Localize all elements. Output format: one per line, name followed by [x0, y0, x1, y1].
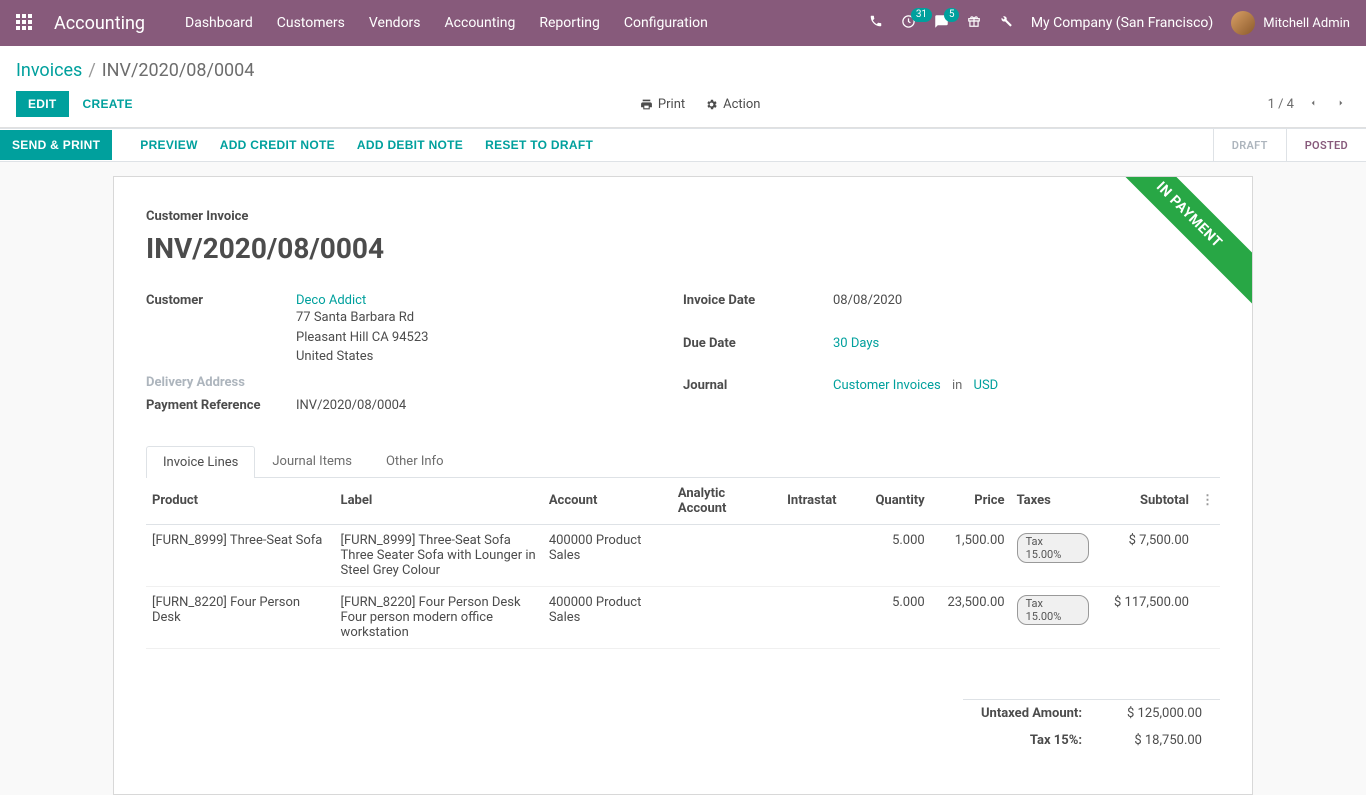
apps-icon[interactable]	[16, 14, 34, 32]
stage-posted[interactable]: POSTED	[1286, 129, 1366, 161]
due-date-label: Due Date	[683, 332, 833, 375]
col-intrastat[interactable]: Intrastat	[781, 478, 861, 525]
control-bar: Invoices / INV/2020/08/0004 EDIT CREATE …	[0, 46, 1366, 128]
pager-text: 1 / 4	[1268, 97, 1294, 112]
menu-reporting[interactable]: Reporting	[539, 15, 600, 31]
invoice-date-label: Invoice Date	[683, 289, 833, 332]
col-product[interactable]: Product	[146, 478, 335, 525]
menu-vendors[interactable]: Vendors	[369, 15, 421, 31]
pager-next[interactable]	[1332, 95, 1350, 114]
journal-label: Journal	[683, 374, 833, 417]
menu-accounting[interactable]: Accounting	[445, 15, 516, 31]
tab-journal-items[interactable]: Journal Items	[255, 445, 369, 477]
customer-label: Customer	[146, 289, 296, 371]
col-price[interactable]: Price	[931, 478, 1011, 525]
pager-prev[interactable]	[1304, 95, 1322, 114]
totals: Untaxed Amount: $ 125,000.00 Tax 15%: $ …	[146, 699, 1220, 754]
app-title: Accounting	[54, 13, 145, 34]
add-debit-note-button[interactable]: ADD DEBIT NOTE	[357, 138, 463, 152]
pager: 1 / 4	[1268, 95, 1350, 114]
activities-badge: 31	[911, 8, 932, 22]
main-menu: Dashboard Customers Vendors Accounting R…	[185, 15, 869, 31]
reset-to-draft-button[interactable]: RESET TO DRAFT	[485, 138, 593, 152]
activities-icon[interactable]: 31	[901, 14, 916, 33]
delivery-address-label: Delivery Address	[146, 371, 296, 394]
create-button[interactable]: CREATE	[83, 97, 133, 111]
payment-reference: INV/2020/08/0004	[296, 394, 683, 417]
customer-link[interactable]: Deco Addict	[296, 293, 366, 308]
in-word: in	[952, 378, 962, 393]
send-print-button[interactable]: SEND & PRINT	[0, 130, 112, 160]
messages-icon[interactable]: 5	[934, 14, 949, 33]
breadcrumb: Invoices / INV/2020/08/0004	[0, 46, 1366, 85]
status-bar: SEND & PRINT PREVIEW ADD CREDIT NOTE ADD…	[0, 128, 1366, 162]
menu-configuration[interactable]: Configuration	[624, 15, 708, 31]
payment-reference-label: Payment Reference	[146, 394, 296, 417]
tax-pill: Tax 15.00%	[1017, 533, 1090, 563]
phone-icon[interactable]	[869, 14, 883, 32]
journal-link[interactable]: Customer Invoices	[833, 378, 941, 393]
tools-icon[interactable]	[999, 14, 1013, 32]
col-label[interactable]: Label	[335, 478, 543, 525]
user-menu[interactable]: Mitchell Admin	[1231, 11, 1350, 35]
preview-button[interactable]: PREVIEW	[140, 138, 197, 152]
avatar	[1231, 11, 1255, 35]
stage-draft[interactable]: DRAFT	[1213, 129, 1286, 161]
invoice-date: 08/08/2020	[833, 289, 1220, 332]
customer-address: 77 Santa Barbara Rd Pleasant Hill CA 945…	[296, 308, 683, 367]
col-analytic[interactable]: Analytic Account	[672, 478, 781, 525]
breadcrumb-root[interactable]: Invoices	[16, 60, 82, 81]
menu-dashboard[interactable]: Dashboard	[185, 15, 253, 31]
tab-invoice-lines[interactable]: Invoice Lines	[146, 446, 255, 478]
col-account[interactable]: Account	[543, 478, 672, 525]
table-row[interactable]: [FURN_8220] Four Person Desk [FURN_8220]…	[146, 586, 1220, 648]
gear-icon	[705, 98, 718, 111]
stages: DRAFT POSTED	[1213, 129, 1366, 161]
tab-other-info[interactable]: Other Info	[369, 445, 461, 477]
invoice-lines-table: Product Label Account Analytic Account I…	[146, 478, 1220, 649]
user-name: Mitchell Admin	[1263, 16, 1350, 31]
action-button[interactable]: Action	[705, 97, 760, 112]
untaxed-amount-label: Untaxed Amount:	[963, 699, 1100, 727]
add-credit-note-button[interactable]: ADD CREDIT NOTE	[220, 138, 335, 152]
delivery-address	[296, 371, 683, 394]
tax-pill: Tax 15.00%	[1017, 595, 1090, 625]
company-selector[interactable]: My Company (San Francisco)	[1031, 15, 1213, 31]
gift-icon[interactable]	[967, 14, 981, 32]
breadcrumb-current: INV/2020/08/0004	[102, 60, 255, 81]
untaxed-amount: $ 125,000.00	[1100, 699, 1220, 727]
breadcrumb-sep: /	[88, 60, 95, 81]
chevron-right-icon	[1336, 96, 1346, 110]
col-quantity[interactable]: Quantity	[861, 478, 931, 525]
doc-title: INV/2020/08/0004	[146, 232, 1220, 265]
due-date-link[interactable]: 30 Days	[833, 336, 879, 351]
print-icon	[640, 98, 653, 111]
col-subtotal[interactable]: Subtotal	[1095, 478, 1195, 525]
invoice-tabs: Invoice Lines Journal Items Other Info	[146, 445, 1220, 478]
messages-badge: 5	[944, 8, 960, 22]
edit-button[interactable]: EDIT	[16, 91, 69, 117]
currency-link[interactable]: USD	[974, 378, 999, 393]
tax-15-amount: $ 18,750.00	[1100, 727, 1220, 754]
menu-customers[interactable]: Customers	[277, 15, 345, 31]
col-taxes[interactable]: Taxes	[1011, 478, 1096, 525]
print-button[interactable]: Print	[640, 97, 685, 112]
chevron-left-icon	[1308, 96, 1318, 110]
top-nav: Accounting Dashboard Customers Vendors A…	[0, 0, 1366, 46]
table-row[interactable]: [FURN_8999] Three-Seat Sofa [FURN_8999] …	[146, 524, 1220, 586]
doc-type: Customer Invoice	[146, 209, 1220, 224]
columns-menu-icon[interactable]: ⋮	[1201, 493, 1214, 508]
form-sheet: IN PAYMENT Customer Invoice INV/2020/08/…	[113, 176, 1253, 795]
tax-15-label: Tax 15%:	[963, 727, 1100, 754]
